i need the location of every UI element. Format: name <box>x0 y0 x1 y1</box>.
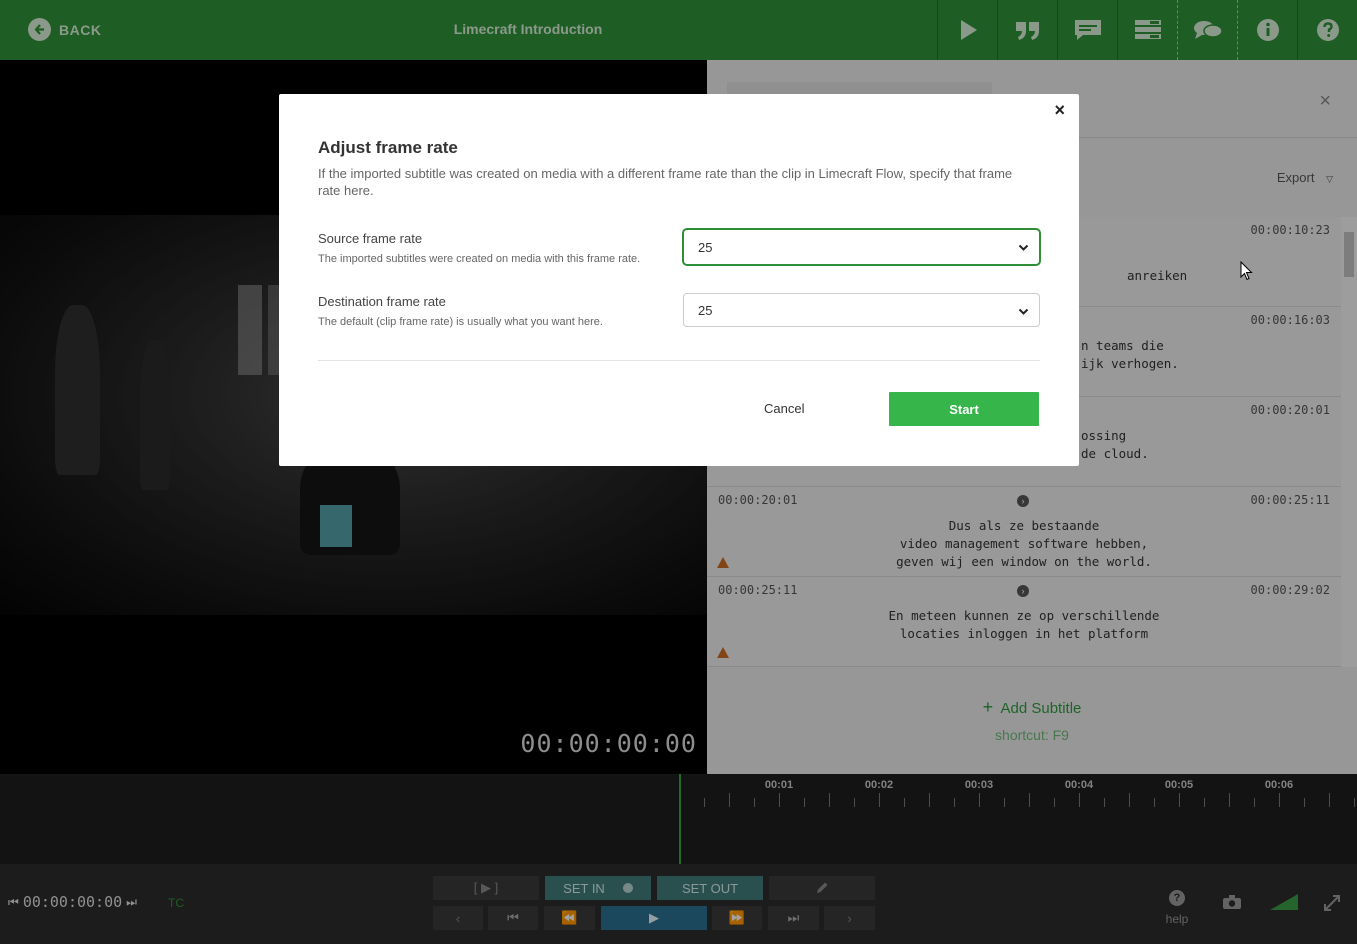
cancel-button[interactable]: Cancel <box>764 401 804 416</box>
destination-frame-rate-select[interactable]: 25 <box>683 293 1040 327</box>
destination-frame-rate-value: 25 <box>698 302 713 318</box>
chevron-down-icon <box>1018 244 1029 251</box>
dialog-description: If the imported subtitle was created on … <box>318 166 1013 198</box>
adjust-frame-rate-dialog: × Adjust frame rate If the imported subt… <box>279 94 1079 466</box>
source-frame-rate-value: 25 <box>698 239 713 255</box>
destination-frame-rate-hint: The default (clip frame rate) is usually… <box>318 316 603 328</box>
dialog-title: Adjust frame rate <box>318 138 458 157</box>
source-frame-rate-hint: The imported subtitles were created on m… <box>318 253 641 265</box>
destination-frame-rate-label: Destination frame rate <box>318 294 446 309</box>
dialog-divider <box>318 360 1040 361</box>
chevron-down-icon <box>1018 308 1029 315</box>
mouse-cursor <box>1240 260 1253 286</box>
source-frame-rate-select[interactable]: 25 <box>683 229 1040 265</box>
start-button[interactable]: Start <box>889 392 1039 426</box>
close-icon[interactable]: × <box>1054 100 1065 121</box>
source-frame-rate-label: Source frame rate <box>318 231 423 246</box>
